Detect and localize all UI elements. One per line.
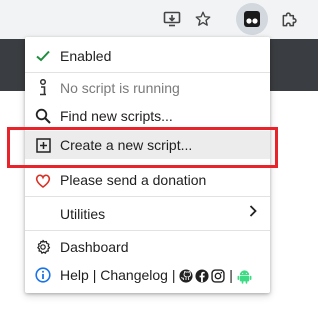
- android-icon[interactable]: [237, 269, 252, 284]
- menu-item-no-script: No script is running: [25, 74, 270, 102]
- install-app-icon[interactable]: [158, 5, 186, 33]
- menu-item-donation[interactable]: Please send a donation: [25, 166, 270, 194]
- divider: [25, 230, 270, 231]
- menu-item-label: No script is running: [60, 80, 180, 96]
- page-background: [0, 39, 26, 91]
- menu-item-enabled[interactable]: Enabled: [25, 42, 270, 70]
- browser-toolbar: [0, 0, 318, 39]
- github-icon[interactable]: [179, 269, 193, 283]
- divider: [25, 196, 270, 197]
- page-background: [270, 39, 318, 91]
- puzzle-icon[interactable]: [276, 5, 304, 33]
- menu-item-help-links: Help | Changelog | |: [25, 261, 270, 289]
- star-icon[interactable]: [189, 5, 217, 33]
- menu-item-label: Utilities: [60, 206, 106, 222]
- info-circle-icon: [34, 266, 52, 284]
- check-icon: [34, 47, 52, 65]
- info-stick-icon: [34, 79, 52, 97]
- separator-text: |: [171, 267, 176, 283]
- menu-item-dashboard[interactable]: Dashboard: [25, 233, 270, 261]
- instagram-icon[interactable]: [211, 269, 226, 283]
- changelog-link[interactable]: Changelog: [100, 267, 168, 283]
- divider: [25, 72, 270, 73]
- facebook-icon[interactable]: [195, 269, 209, 283]
- menu-item-label: Find new scripts...: [60, 108, 173, 124]
- highlight-annotation: [7, 127, 278, 168]
- menu-item-utilities[interactable]: Utilities: [25, 200, 270, 228]
- gear-icon: [34, 238, 52, 256]
- help-link[interactable]: Help: [60, 267, 89, 283]
- menu-item-label: Please send a donation: [60, 172, 207, 188]
- tampermonkey-icon[interactable]: [236, 3, 268, 35]
- menu-item-label: Dashboard: [60, 239, 129, 255]
- heart-icon: [34, 171, 52, 189]
- search-icon: [34, 107, 52, 125]
- menu-item-find-scripts[interactable]: Find new scripts...: [25, 102, 270, 130]
- menu-item-label: Enabled: [60, 48, 112, 64]
- separator-text: |: [229, 267, 233, 283]
- separator-text: |: [92, 267, 97, 283]
- chevron-right-icon: [248, 204, 258, 223]
